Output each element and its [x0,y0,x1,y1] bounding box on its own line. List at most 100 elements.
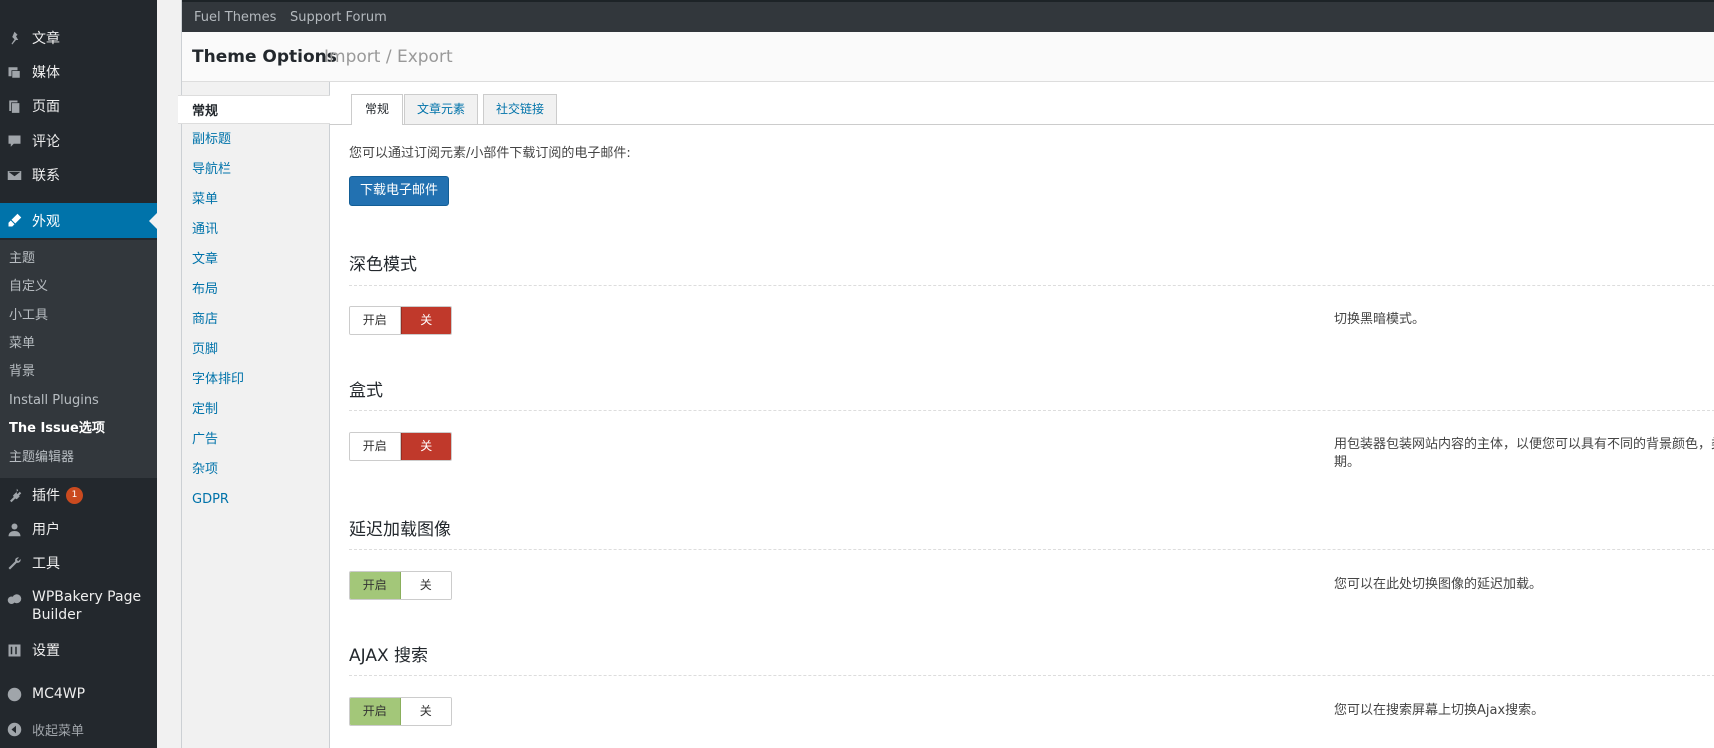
section-description-continued: 期。 [1334,455,1361,470]
switch-off-option[interactable]: 关 [400,433,451,460]
section-nav-item[interactable]: 通讯 [192,220,218,240]
section-description: 切换黑暗模式。 [1334,312,1426,327]
settings-icon [7,643,22,658]
menu-mc4wp[interactable]: MC4WP [0,677,157,711]
menu-comments[interactable]: 评论 [0,124,157,158]
menu-wpbakery-label: WPBakery Page Builder [32,589,142,623]
switch-off-option[interactable]: 关 [400,307,451,334]
update-count-badge: 1 [66,486,83,504]
lazy-load-switch[interactable]: 开启 关 [349,571,452,600]
section-nav-item[interactable]: 布局 [192,280,218,300]
panel-topbar: Fuel Themes Support Forum [182,0,1714,32]
page-title: Theme Options [192,47,337,67]
import-export-link[interactable]: Import / Export [324,47,453,67]
section-title: 盒式 [349,381,383,401]
menu-users-label: 用户 [32,522,60,538]
options-section-nav: 常规 副标题 导航栏 菜单 通讯 文章 布局 商店 页脚 字体排印 定制 广告 … [178,82,330,748]
menu-contact-label: 联系 [32,168,60,184]
tab-post-elements[interactable]: 文章元素 [404,94,478,124]
submenu-theme-editor[interactable]: 主题编辑器 [9,448,74,468]
section-nav-item[interactable]: 页脚 [192,340,218,360]
menu-users[interactable]: 用户 [0,512,157,546]
switch-on-option[interactable]: 开启 [350,307,401,334]
menu-plugins[interactable]: 插件 1 [0,478,157,512]
plugin-icon [7,488,22,503]
media-icon [7,65,22,80]
fuel-themes-link[interactable]: Fuel Themes [194,10,276,25]
dark-mode-switch[interactable]: 开启 关 [349,306,452,335]
menu-posts-label: 文章 [32,31,60,47]
section-nav-item[interactable]: 定制 [192,400,218,420]
switch-on-option[interactable]: 开启 [350,572,401,599]
menu-collapse[interactable]: 收起菜单 [0,712,157,746]
menu-media[interactable]: 媒体 [0,55,157,89]
menu-tools-label: 工具 [32,556,60,572]
section-title: 延迟加载图像 [349,520,451,540]
tab-divider [330,124,1714,125]
section-nav-active[interactable]: 常规 [178,95,330,124]
menu-contact[interactable]: 联系 [0,158,157,192]
section-nav-item[interactable]: 菜单 [192,190,218,210]
submenu-widgets[interactable]: 小工具 [9,306,48,326]
menu-appearance-label: 外观 [32,213,60,230]
menu-mc4wp-label: MC4WP [32,686,86,702]
section-divider [349,549,1714,550]
brush-icon [7,213,22,228]
submenu-install-plugins[interactable]: Install Plugins [9,391,99,411]
section-nav-item[interactable]: 字体排印 [192,370,244,390]
submenu-themes[interactable]: 主题 [9,249,35,269]
section-nav-item[interactable]: 广告 [192,430,218,450]
section-nav-item[interactable]: 商店 [192,310,218,330]
submenu-customize[interactable]: 自定义 [9,277,48,297]
section-divider [349,410,1714,411]
section-description: 您可以在此处切换图像的延迟加载。 [1334,577,1543,592]
cloud-icon [7,592,22,607]
tab-social-links[interactable]: 社交链接 [483,94,557,124]
menu-wpbakery[interactable]: WPBakery Page Builder [0,588,157,628]
submenu-menus[interactable]: 菜单 [9,334,35,354]
theme-options-panel: Fuel Themes Support Forum Theme Options … [178,0,1714,748]
section-title: AJAX 搜索 [349,646,429,666]
download-emails-button[interactable]: 下载电子邮件 [349,176,449,206]
submenu-background[interactable]: 背景 [9,362,35,382]
switch-off-option[interactable]: 关 [400,572,451,599]
switch-off-option[interactable]: 关 [400,698,451,725]
panel-header: Theme Options Import / Export [182,32,1714,82]
comment-icon [7,134,22,149]
admin-sidebar: 文章 媒体 页面 评论 联系 外观 主题 自定义 小工具 菜单 背景 Insta… [0,0,157,748]
submenu-theme-options[interactable]: The Issue选项 [9,419,105,439]
support-forum-link[interactable]: Support Forum [290,10,387,25]
tab-general[interactable]: 常规 [351,94,403,125]
menu-media-label: 媒体 [32,65,60,81]
menu-posts[interactable]: 文章 [0,21,157,55]
options-content: 常规 文章元素 社交链接 您可以通过订阅元素/小部件下载订阅的电子邮件: 下载电… [330,82,1714,748]
menu-tools[interactable]: 工具 [0,546,157,580]
menu-plugins-label: 插件 [32,488,60,504]
switch-on-option[interactable]: 开启 [350,698,401,725]
pin-icon [7,31,22,46]
mc4wp-icon [7,687,22,702]
menu-settings[interactable]: 设置 [0,633,157,667]
menu-pages-label: 页面 [32,99,60,115]
wrench-icon [7,556,22,571]
menu-collapse-label: 收起菜单 [32,723,85,739]
section-divider [349,675,1714,676]
subscription-description: 您可以通过订阅元素/小部件下载订阅的电子邮件: [349,146,631,161]
section-nav-item[interactable]: 副标题 [192,130,231,150]
section-description: 您可以在搜索屏幕上切换Ajax搜索。 [1334,703,1545,718]
section-divider [349,285,1714,286]
section-nav-item[interactable]: 杂项 [192,460,218,480]
menu-appearance[interactable]: 外观 [0,203,157,238]
menu-comments-label: 评论 [32,134,60,150]
section-nav-item[interactable]: 文章 [192,250,218,270]
switch-on-option[interactable]: 开启 [350,433,401,460]
boxed-switch[interactable]: 开启 关 [349,432,452,461]
section-nav-active-label: 常规 [192,104,219,119]
section-nav-item[interactable]: 导航栏 [192,160,231,180]
menu-settings-label: 设置 [32,643,60,659]
ajax-search-switch[interactable]: 开启 关 [349,697,452,726]
mail-icon [7,168,22,183]
menu-pages[interactable]: 页面 [0,89,157,123]
section-nav-item[interactable]: GDPR [192,490,229,510]
collapse-icon [7,722,22,737]
